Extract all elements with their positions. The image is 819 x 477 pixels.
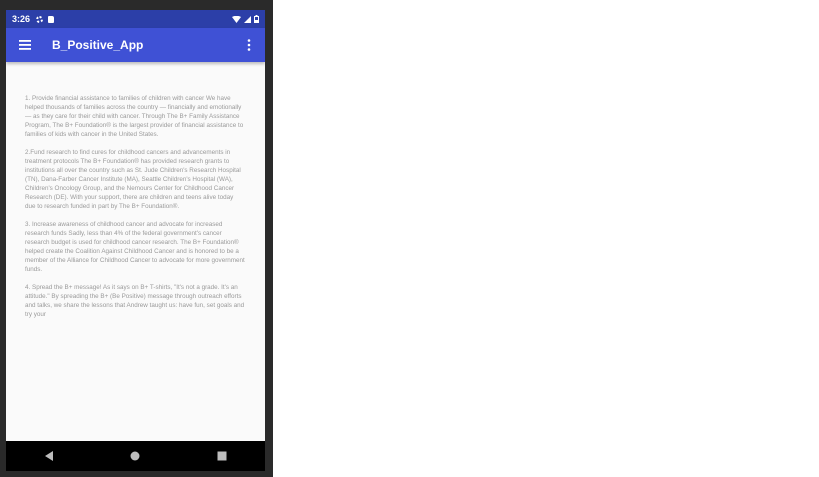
recents-button[interactable] [202, 441, 242, 471]
content-text: 1. Provide financial assistance to famil… [6, 62, 265, 319]
paragraph-2: 2.Fund research to find cures for childh… [25, 149, 241, 210]
status-time: 3:26 [12, 14, 31, 24]
status-left-icons [36, 15, 55, 23]
hamburger-menu-button[interactable] [8, 28, 42, 62]
home-icon [130, 451, 140, 461]
wifi-icon [232, 15, 241, 23]
paragraph-1: 1. Provide financial assistance to famil… [25, 95, 244, 138]
paragraph-3: 3. Increase awareness of childhood cance… [25, 221, 245, 273]
navigation-bar [6, 441, 265, 471]
status-bar: 3:26 [6, 10, 265, 28]
device-frame: 3:26 B_Positive_App 1. Provide financial… [0, 0, 273, 477]
paragraph-4: 4. Spread the B+ message! As it says on … [25, 284, 245, 318]
status-right-icons [232, 15, 259, 23]
more-vert-icon [247, 39, 251, 51]
app-title: B_Positive_App [52, 38, 144, 52]
back-icon [45, 451, 54, 461]
settings-icon [36, 15, 44, 23]
recents-icon [217, 451, 227, 461]
sd-card-icon [48, 15, 55, 23]
phone-screen: 3:26 B_Positive_App 1. Provide financial… [6, 10, 265, 471]
signal-icon [244, 15, 251, 23]
overflow-menu-button[interactable] [237, 28, 261, 62]
hamburger-menu-icon [19, 40, 31, 50]
content-scroll-area[interactable]: 1. Provide financial assistance to famil… [6, 62, 265, 441]
home-button[interactable] [115, 441, 155, 471]
app-bar: B_Positive_App [6, 28, 265, 62]
back-button[interactable] [29, 441, 69, 471]
battery-icon [254, 15, 259, 23]
